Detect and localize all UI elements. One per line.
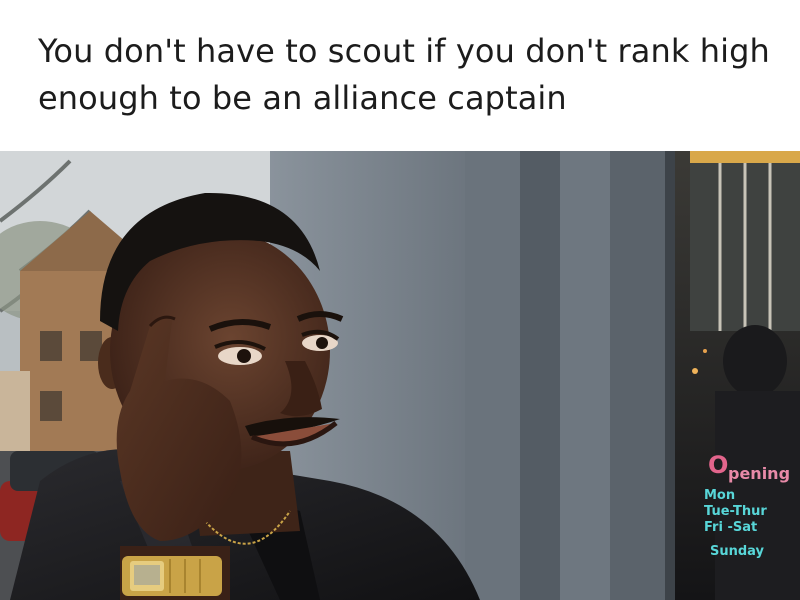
photo-illustration: O pening Mon Tue-Thur Fri -Sat Sunday: [0, 151, 800, 600]
sign-line-mon: Mon: [704, 488, 735, 503]
sign-title: pening: [728, 464, 790, 483]
pillars: [465, 151, 675, 600]
meme-container: You don't have to scout if you don't ran…: [0, 0, 800, 600]
sign-title-initial: O: [708, 451, 728, 479]
meme-caption: You don't have to scout if you don't ran…: [38, 32, 770, 117]
sign-line-fri-sat: Fri -Sat: [704, 520, 757, 535]
sign-line-sunday: Sunday: [710, 544, 765, 559]
meme-photo: O pening Mon Tue-Thur Fri -Sat Sunday: [0, 151, 800, 600]
sign-line-tue-thur: Tue-Thur: [704, 504, 767, 519]
